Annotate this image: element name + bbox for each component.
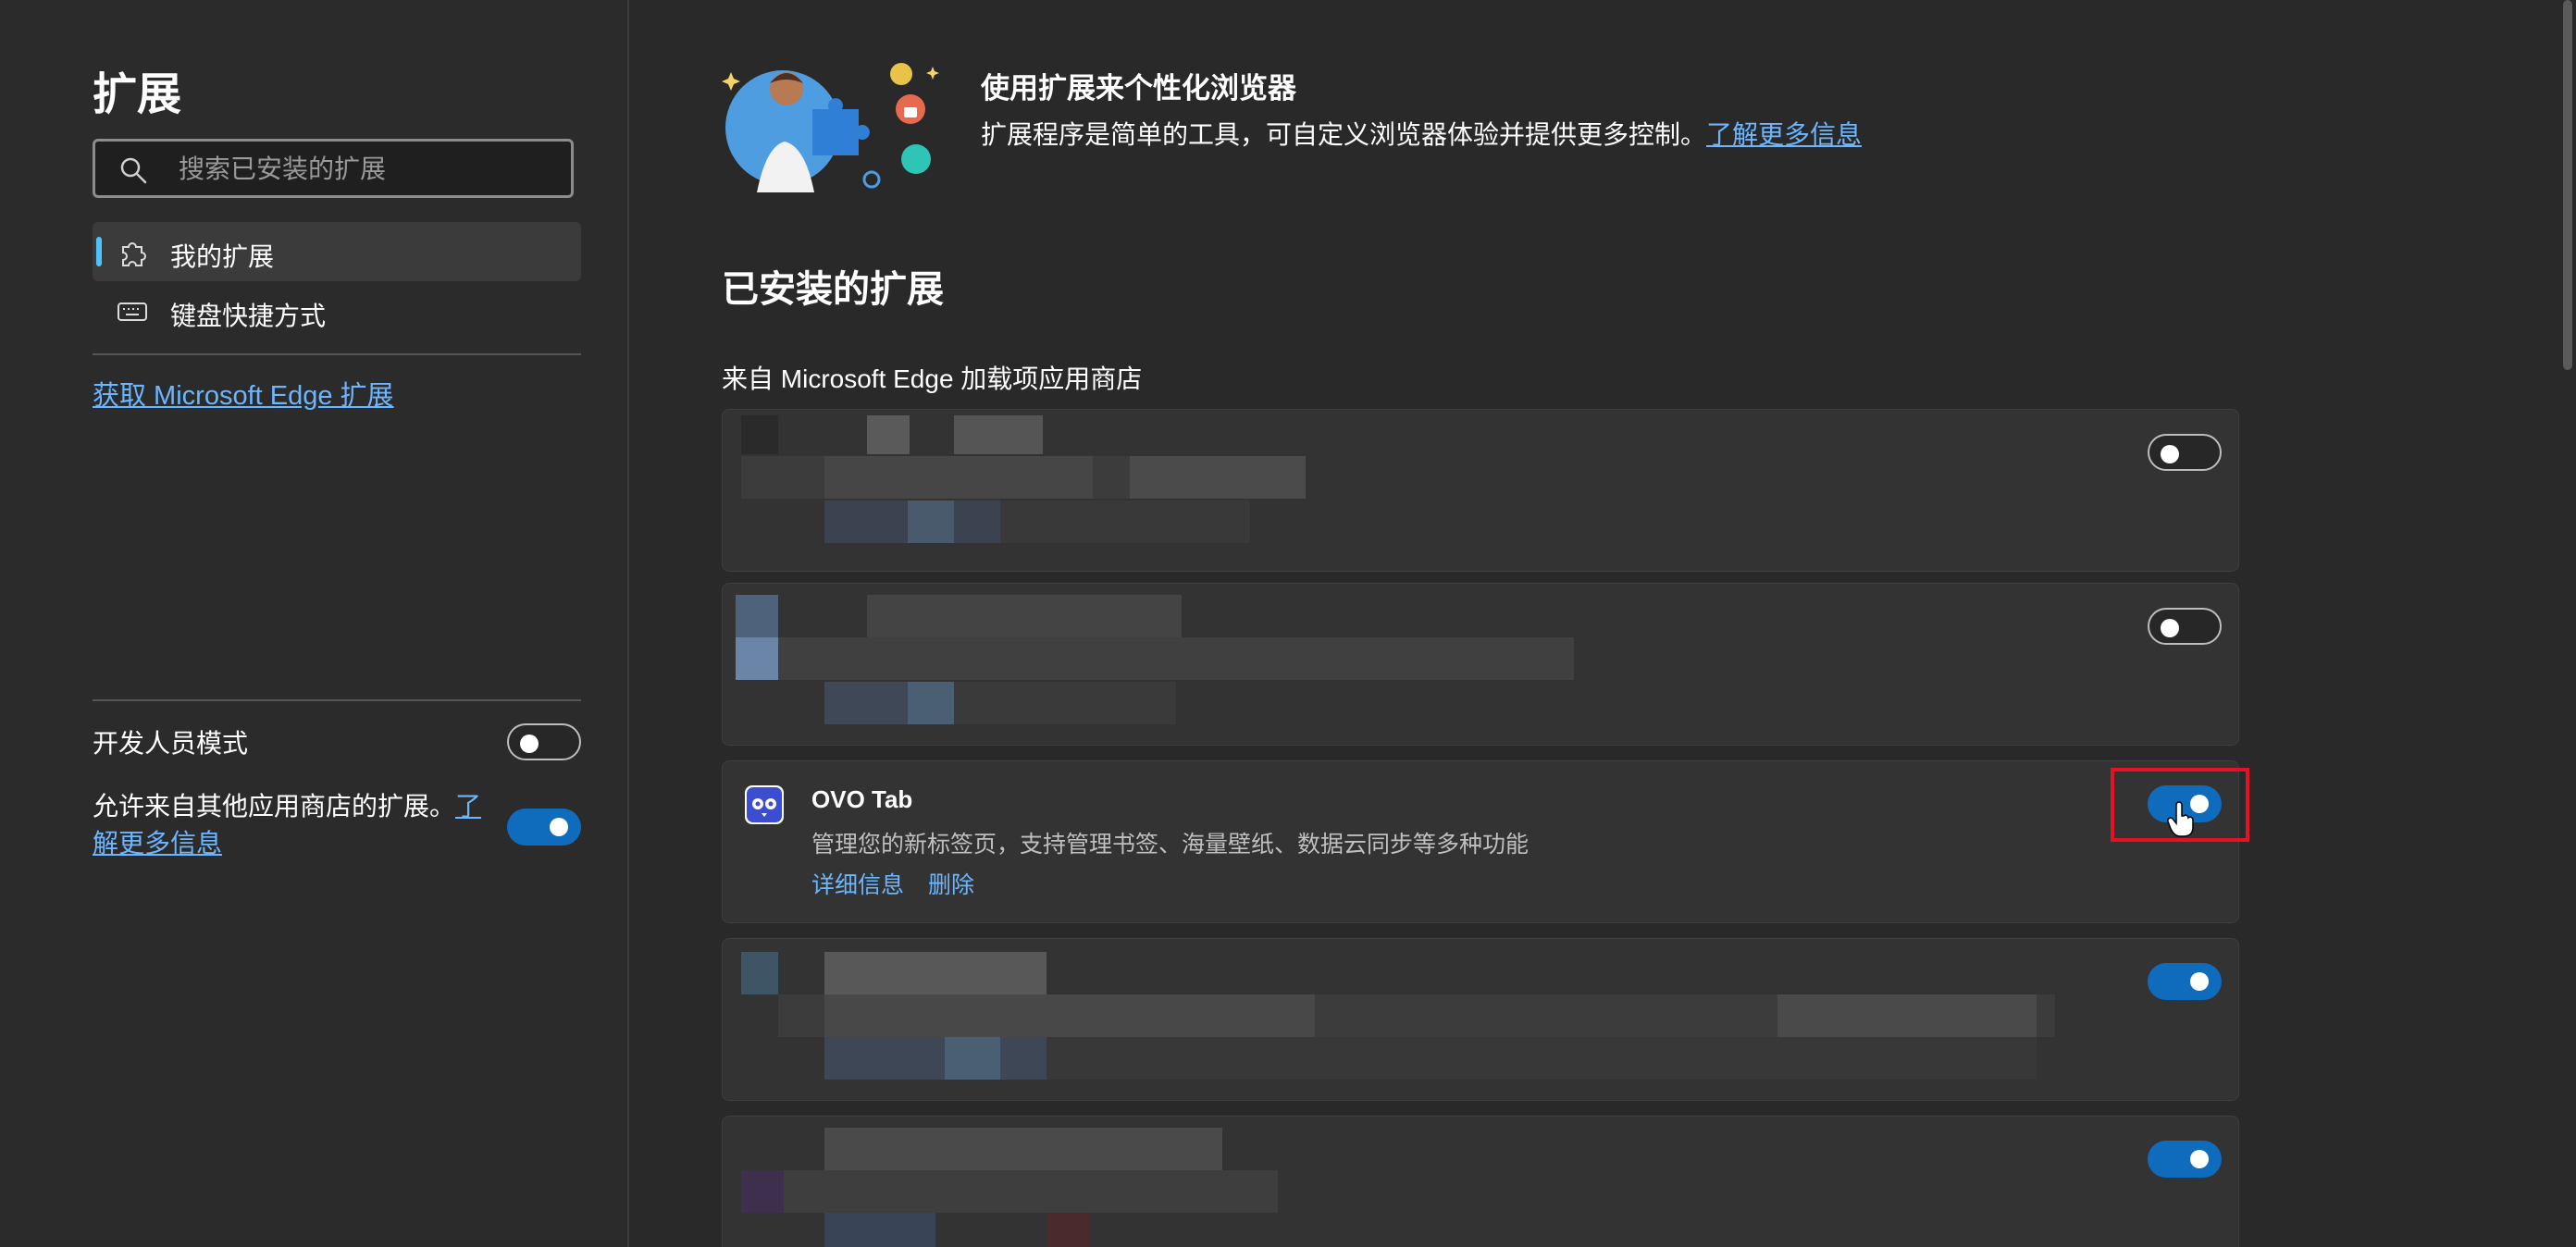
hero-illustration bbox=[722, 63, 939, 192]
search-input[interactable] bbox=[177, 149, 560, 190]
divider bbox=[93, 699, 581, 701]
toggle-knob bbox=[2190, 1150, 2209, 1168]
toggle-knob bbox=[2161, 619, 2179, 637]
allow-other-stores-toggle[interactable] bbox=[507, 809, 581, 846]
pixel-block bbox=[1046, 1213, 1089, 1247]
installed-extensions-heading: 已安装的扩展 bbox=[722, 269, 944, 310]
toggle-knob bbox=[2190, 972, 2209, 991]
pixel-block bbox=[741, 1170, 1278, 1213]
divider bbox=[93, 353, 581, 355]
pixel-block bbox=[741, 1170, 784, 1213]
pixel-block bbox=[824, 1213, 935, 1247]
extension-card bbox=[722, 938, 2239, 1101]
scrollbar[interactable] bbox=[2563, 0, 2572, 370]
extension-toggle[interactable] bbox=[2148, 963, 2222, 1000]
extension-toggle[interactable] bbox=[2148, 608, 2222, 645]
extension-card-ovo-tab: OVO Tab 管理您的新标签页，支持管理书签、海量壁纸、数据云同步等多种功能 … bbox=[722, 760, 2239, 923]
remove-link[interactable]: 删除 bbox=[928, 867, 974, 900]
keyboard-icon bbox=[118, 302, 147, 321]
hero-description: 扩展程序是简单的工具，可自定义浏览器体验并提供更多控制。了解更多信息 bbox=[981, 115, 1862, 152]
pixel-block bbox=[824, 456, 1093, 499]
extension-description: 管理您的新标签页，支持管理书签、海量壁纸、数据云同步等多种功能 bbox=[811, 832, 1530, 858]
hero-description-text: 扩展程序是简单的工具，可自定义浏览器体验并提供更多控制。 bbox=[981, 120, 1707, 149]
pixel-block bbox=[736, 637, 778, 680]
developer-mode-label: 开发人员模式 bbox=[93, 729, 249, 758]
pixel-block bbox=[778, 637, 1574, 680]
extension-toggle[interactable] bbox=[2148, 434, 2222, 471]
learn-more-link[interactable]: 了解更多信息 bbox=[1706, 120, 1862, 149]
pixel-block bbox=[741, 415, 778, 454]
pixel-block bbox=[1130, 456, 1306, 499]
pixel-block bbox=[867, 415, 910, 454]
page-title: 扩展 bbox=[93, 70, 182, 119]
toggle-knob bbox=[520, 735, 539, 753]
pixel-block bbox=[945, 1037, 1000, 1080]
toggle-knob bbox=[2161, 445, 2179, 463]
extension-name: OVO Tab bbox=[811, 785, 913, 813]
store-section-heading: 来自 Microsoft Edge 加载项应用商店 bbox=[722, 364, 1143, 393]
sidebar: 扩展 我的扩展 键盘快捷方式 获取 Microsoft Edge 扩展 开发人员… bbox=[0, 0, 629, 1247]
toggle-knob bbox=[550, 818, 568, 836]
pixel-block bbox=[954, 682, 1176, 724]
extension-card bbox=[722, 1116, 2239, 1247]
allow-other-stores-text: 允许来自其他应用商店的扩展。 bbox=[93, 792, 456, 821]
pixel-block bbox=[1000, 500, 1250, 543]
pixel-block bbox=[741, 952, 778, 994]
search-box[interactable] bbox=[93, 139, 574, 198]
pixel-block bbox=[824, 994, 1315, 1037]
hand-cursor-icon bbox=[2167, 801, 2194, 837]
details-link[interactable]: 详细信息 bbox=[811, 867, 904, 900]
pixel-block bbox=[908, 682, 954, 724]
search-icon bbox=[120, 157, 147, 184]
get-extensions-link[interactable]: 获取 Microsoft Edge 扩展 bbox=[93, 374, 394, 413]
extension-toggle[interactable] bbox=[2148, 1141, 2222, 1178]
pixel-block bbox=[908, 500, 954, 543]
active-indicator bbox=[96, 237, 102, 266]
sidebar-item-my-extensions[interactable]: 我的扩展 bbox=[93, 222, 581, 281]
pixel-block bbox=[824, 1037, 1046, 1080]
pixel-block bbox=[1046, 1037, 2037, 1080]
extension-card bbox=[722, 583, 2239, 746]
puzzle-icon bbox=[122, 242, 146, 266]
sidebar-item-label: 键盘快捷方式 bbox=[170, 302, 327, 330]
pixel-block bbox=[741, 1128, 778, 1170]
sidebar-item-keyboard-shortcuts[interactable]: 键盘快捷方式 bbox=[93, 281, 581, 340]
pixel-block bbox=[954, 415, 1043, 454]
pixel-block bbox=[736, 595, 778, 637]
allow-other-stores-label: 允许来自其他应用商店的扩展。了解更多信息 bbox=[93, 788, 490, 862]
extension-card bbox=[722, 409, 2239, 572]
pixel-block bbox=[824, 952, 1046, 994]
developer-mode-toggle[interactable] bbox=[507, 723, 581, 760]
pixel-block bbox=[824, 1128, 1222, 1170]
pixel-block bbox=[867, 595, 1182, 637]
sidebar-item-label: 我的扩展 bbox=[170, 242, 275, 271]
hero-title: 使用扩展来个性化浏览器 bbox=[981, 72, 1296, 105]
pixel-block bbox=[1777, 994, 2037, 1037]
owl-icon bbox=[745, 785, 784, 824]
